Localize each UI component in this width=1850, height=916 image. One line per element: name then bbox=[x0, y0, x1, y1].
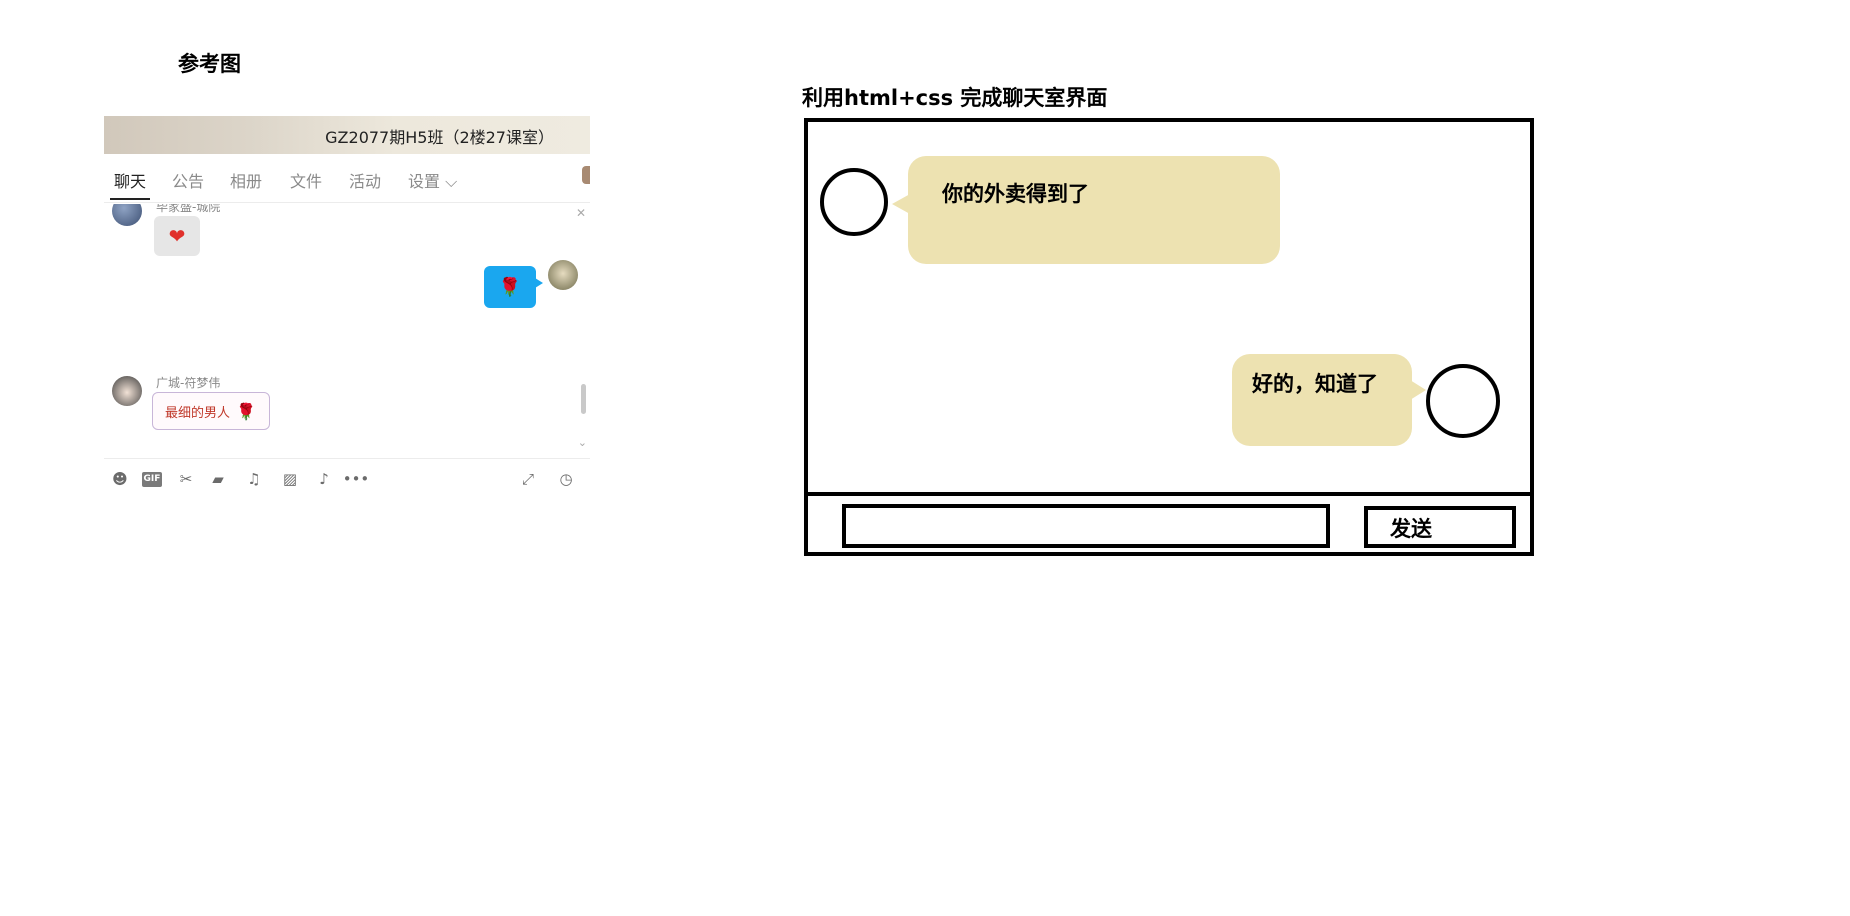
avatar[interactable] bbox=[112, 204, 142, 226]
avatar[interactable] bbox=[548, 260, 578, 290]
message-bubble-heart[interactable]: ❤ bbox=[154, 216, 200, 256]
rose-icon: 🌹 bbox=[498, 276, 522, 298]
folder-icon[interactable]: ▰ bbox=[208, 469, 228, 489]
bell-icon[interactable]: ♪ bbox=[314, 469, 334, 489]
message-bubble-self[interactable]: 🌹 bbox=[484, 266, 543, 308]
avatar-left[interactable] bbox=[820, 168, 888, 236]
input-bar: 发送 bbox=[808, 492, 1530, 552]
rose-icon: 🌹 bbox=[236, 401, 256, 421]
reference-title: 参考图 bbox=[178, 52, 241, 76]
expand-icon[interactable]: ⤢ bbox=[518, 469, 538, 489]
image-icon[interactable]: ▨ bbox=[280, 469, 300, 489]
more-icon[interactable]: ••• bbox=[343, 469, 370, 489]
send-button[interactable]: 发送 bbox=[1364, 506, 1516, 548]
scissors-icon[interactable]: ✂ bbox=[176, 469, 196, 489]
message-text: 好的，知道了 bbox=[1252, 372, 1378, 396]
message-bubble-card[interactable]: 最细的男人 🌹 bbox=[152, 392, 270, 430]
message-bubble-sent: 好的，知道了 bbox=[1232, 354, 1426, 446]
heart-icon: ❤ bbox=[168, 224, 186, 248]
member-avatar-icon[interactable] bbox=[582, 166, 590, 184]
scrollbar-thumb[interactable] bbox=[581, 384, 586, 414]
tab-activity[interactable]: 活动 bbox=[349, 168, 381, 192]
task-title: 利用html+css 完成聊天室界面 bbox=[802, 86, 1108, 110]
message-list[interactable]: 你的外卖得到了 好的，知道了 bbox=[808, 122, 1530, 492]
active-tab-indicator bbox=[110, 198, 150, 200]
tab-announcement[interactable]: 公告 bbox=[172, 168, 204, 192]
gif-label: GIF bbox=[142, 471, 162, 487]
close-icon[interactable]: ✕ bbox=[576, 206, 586, 220]
message-text: 最细的男人 bbox=[165, 405, 231, 421]
scroll-down-icon[interactable]: ⌄ bbox=[578, 436, 587, 449]
emoji-icon[interactable]: ☻ bbox=[110, 469, 130, 489]
message-toolbar: ☻ GIF ✂ ▰ ♫ ▨ ♪ ••• ⤢ ◷ bbox=[104, 458, 590, 497]
chat-room-frame: 你的外卖得到了 好的，知道了 发送 bbox=[804, 118, 1534, 556]
avatar[interactable] bbox=[112, 376, 142, 406]
reference-chat-window: GZ2077期H5班（2楼27课室） 聊天 公告 相册 文件 活动 设置 ⌵ 毕… bbox=[104, 116, 590, 496]
tab-album[interactable]: 相册 bbox=[230, 168, 262, 192]
tab-bar: 聊天 公告 相册 文件 活动 设置 ⌵ bbox=[104, 168, 590, 203]
history-icon[interactable]: ◷ bbox=[556, 469, 576, 489]
message-bubble-received: 你的外卖得到了 bbox=[892, 156, 1280, 264]
music-icon[interactable]: ♫ bbox=[244, 469, 264, 489]
reference-message-list[interactable]: 毕家盛-城院 ❤ ✕ 🌹 广城-符梦伟 最细的男人 🌹 ⌄ bbox=[104, 204, 590, 454]
gif-icon[interactable]: GIF bbox=[142, 469, 162, 489]
message-input[interactable] bbox=[842, 504, 1330, 548]
group-header: GZ2077期H5班（2楼27课室） bbox=[104, 116, 590, 154]
sender-name: 毕家盛-城院 bbox=[156, 204, 221, 214]
avatar-right[interactable] bbox=[1426, 364, 1500, 438]
message-text: 你的外卖得到了 bbox=[942, 182, 1089, 206]
group-title: GZ2077期H5班（2楼27课室） bbox=[325, 128, 554, 147]
tab-settings[interactable]: 设置 ⌵ bbox=[408, 168, 457, 192]
sender-name: 广城-符梦伟 bbox=[156, 376, 221, 390]
tab-files[interactable]: 文件 bbox=[290, 168, 322, 192]
tab-chat[interactable]: 聊天 bbox=[114, 168, 146, 192]
